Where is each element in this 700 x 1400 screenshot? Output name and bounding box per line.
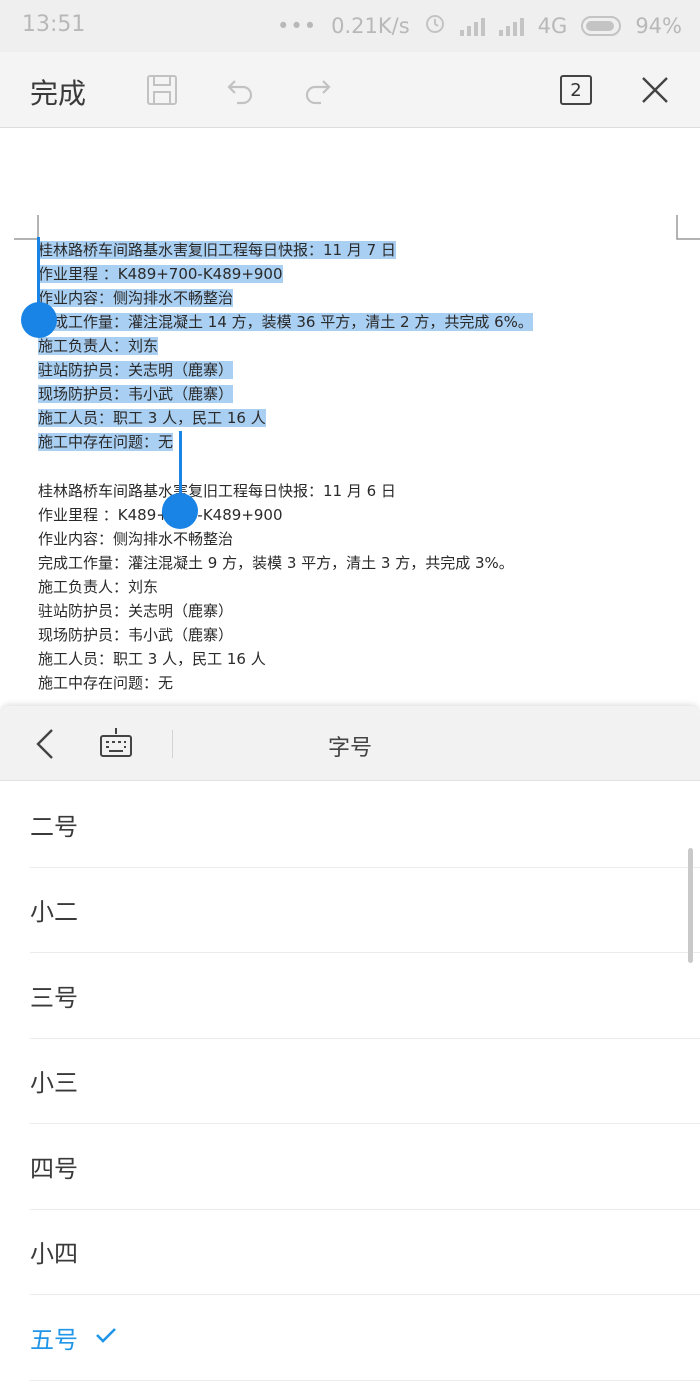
doc-line: 现场防护员：韦小武（鹿寨） — [38, 385, 234, 403]
status-bar: 13:51 ••• 0.21K/s 4G 94% — [0, 0, 700, 52]
font-size-label: 三号 — [30, 983, 78, 1012]
doc-line: 施工负责人：刘东 — [38, 337, 159, 355]
panel-header: 字号 — [0, 706, 700, 781]
panel-scrollbar[interactable] — [688, 848, 693, 963]
battery-icon — [581, 15, 622, 36]
close-icon[interactable] — [635, 70, 675, 110]
doc-line: 完成工作量：灌注混凝土 14 方，装模 36 平方，清土 2 方，共完成 6%。 — [38, 313, 533, 331]
doc-line: 作业里程 ：K489+700-K489+900 — [38, 265, 283, 283]
font-size-option[interactable]: 三号 — [30, 953, 700, 1039]
doc-line: 作业里程 ：K489+700-K489+900 — [38, 506, 283, 524]
page-count-button[interactable]: 2 — [556, 70, 596, 110]
status-indicators: ••• 0.21K/s 4G 94% — [277, 12, 682, 39]
font-size-option[interactable]: 小四 — [30, 1210, 700, 1295]
font-size-label: 五号 — [30, 1325, 78, 1354]
font-size-label: 四号 — [30, 1154, 78, 1183]
report-paragraph-selected[interactable]: 桂林路桥车间路基水害复旧工程每日快报：11 月 7 日 作业里程 ：K489+7… — [38, 238, 558, 454]
doc-line: 施工中存在问题：无 — [38, 433, 174, 451]
done-button[interactable]: 完成 — [30, 72, 86, 112]
network-speed: 0.21K/s — [331, 13, 410, 38]
more-dots-icon: ••• — [276, 13, 318, 38]
font-size-option[interactable]: 二号 — [30, 782, 700, 868]
doc-line: 施工中存在问题：无 — [38, 674, 174, 692]
signal-icon — [459, 16, 485, 36]
signal-4g-icon — [498, 16, 524, 36]
doc-line: 桂林路桥车间路基水害复旧工程每日快报：11 月 7 日 — [38, 241, 396, 259]
font-size-panel: 字号 二号 小二 三号 小三 四号 小四 五号 — [0, 706, 700, 1400]
panel-title: 字号 — [327, 736, 372, 761]
doc-line: 完成工作量：灌注混凝土 9 方，装模 3 平方，清土 3 方，共完成 3%。 — [38, 554, 514, 572]
doc-line: 驻站防护员：关志明（鹿寨） — [38, 361, 234, 379]
selection-start-handle[interactable] — [21, 302, 57, 338]
font-size-label: 小四 — [30, 1240, 78, 1269]
redo-icon[interactable] — [298, 70, 338, 110]
editor-toolbar: 完成 2 — [0, 52, 700, 128]
font-size-label: 小二 — [30, 898, 78, 927]
doc-line: 作业内容：侧沟排水不畅整治 — [38, 289, 234, 307]
doc-line: 驻站防护员：关志明（鹿寨） — [38, 602, 234, 620]
report-paragraph[interactable]: 桂林路桥车间路基水害复旧工程每日快报：11 月 6 日 作业里程 ：K489+7… — [38, 479, 558, 695]
alarm-icon — [424, 12, 446, 39]
font-size-option[interactable]: 小二 — [30, 868, 700, 953]
font-size-label: 小三 — [30, 1069, 78, 1098]
font-size-label: 二号 — [30, 812, 78, 841]
doc-line: 施工人员：职工 3 人，民工 16 人 — [38, 409, 266, 427]
battery-percent: 94% — [635, 13, 682, 38]
page-corner-marker — [676, 215, 700, 240]
doc-line: 桂林路桥车间路基水害复旧工程每日快报：11 月 6 日 — [38, 482, 396, 500]
network-type: 4G — [537, 13, 568, 38]
status-time: 13:51 — [22, 12, 86, 37]
font-size-option[interactable]: 四号 — [30, 1124, 700, 1210]
check-icon — [94, 1323, 118, 1351]
doc-line: 作业内容：侧沟排水不畅整治 — [38, 530, 234, 548]
undo-icon[interactable] — [220, 70, 260, 110]
doc-line: 施工人员：职工 3 人，民工 16 人 — [38, 650, 266, 668]
doc-line: 现场防护员：韦小武（鹿寨） — [38, 626, 234, 644]
selection-end-handle[interactable] — [162, 493, 198, 529]
font-size-option[interactable]: 五号 — [30, 1295, 700, 1381]
font-size-list: 二号 小二 三号 小三 四号 小四 五号 — [0, 782, 700, 1381]
doc-line: 施工负责人：刘东 — [38, 578, 159, 596]
save-icon[interactable] — [142, 70, 182, 110]
page-count: 2 — [560, 75, 592, 105]
document-canvas[interactable]: 桂林路桥车间路基水害复旧工程每日快报：11 月 7 日 作业里程 ：K489+7… — [0, 129, 700, 706]
font-size-option[interactable]: 小三 — [30, 1039, 700, 1124]
